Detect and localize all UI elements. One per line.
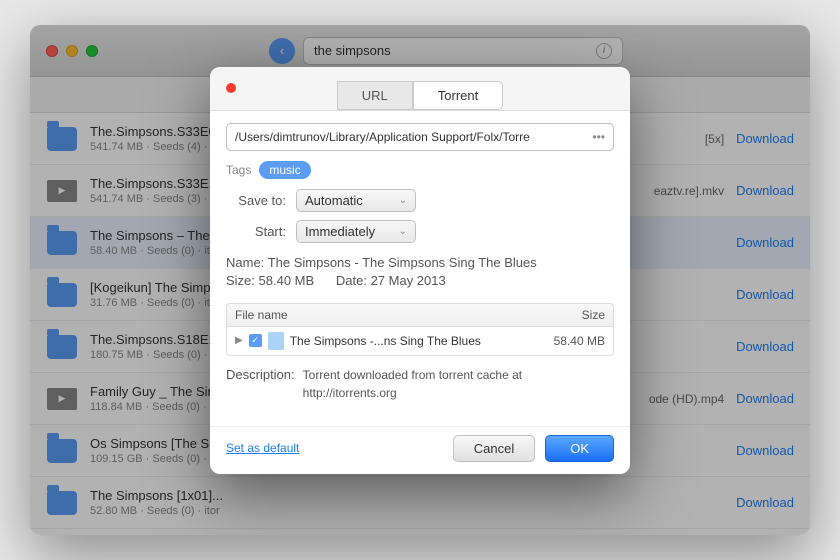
- footer-buttons: Cancel OK: [453, 435, 614, 462]
- tag-music[interactable]: music: [259, 161, 310, 179]
- modal-tab-bar: URL Torrent: [210, 67, 630, 111]
- col-size-header: Size: [525, 308, 605, 322]
- description-label: Description:: [226, 366, 303, 382]
- path-more-button[interactable]: •••: [588, 130, 605, 144]
- ok-button[interactable]: OK: [545, 435, 614, 462]
- start-value: Immediately: [305, 224, 375, 239]
- start-select[interactable]: Immediately ⌄: [296, 220, 416, 243]
- torrent-info: Name: The Simpsons - The Simpsons Sing T…: [226, 251, 614, 295]
- path-input[interactable]: /Users/dimtrunov/Library/Application Sup…: [226, 123, 614, 151]
- expand-icon[interactable]: ▶: [235, 335, 243, 346]
- file-row-name: The Simpsons -...ns Sing The Blues: [290, 334, 529, 348]
- save-to-select[interactable]: Automatic ⌄: [296, 189, 416, 212]
- description-line1: Torrent downloaded from torrent cache at: [303, 366, 522, 384]
- name-label: Name:: [226, 255, 264, 270]
- col-name-header: File name: [235, 308, 525, 322]
- recording-indicator: [226, 83, 236, 93]
- file-table: File name Size ▶ ✓ The Simpsons -...ns S…: [226, 303, 614, 356]
- size-date-line: Size: 58.40 MB Date: 27 May 2013: [226, 273, 614, 288]
- file-row-size: 58.40 MB: [535, 334, 605, 348]
- save-to-label: Save to:: [226, 193, 296, 208]
- main-window: ‹ the simpsons i ✦ Torrent Search ▾ The.…: [30, 25, 810, 535]
- save-to-row: Save to: Automatic ⌄: [226, 189, 614, 212]
- modal-overlay: URL Torrent /Users/dimtrunov/Library/App…: [30, 25, 810, 535]
- chevron-down-icon: ⌄: [399, 195, 407, 206]
- tags-label: Tags: [226, 163, 251, 177]
- date-label: Date:: [336, 273, 367, 288]
- description-row: Description: Torrent downloaded from tor…: [226, 366, 614, 402]
- tab-url[interactable]: URL: [337, 81, 413, 110]
- description-text: Torrent downloaded from torrent cache at…: [303, 366, 522, 402]
- modal-body: /Users/dimtrunov/Library/Application Sup…: [210, 111, 630, 426]
- cancel-button[interactable]: Cancel: [453, 435, 535, 462]
- start-label: Start:: [226, 224, 296, 239]
- tab-torrent[interactable]: Torrent: [413, 81, 503, 110]
- chevron-down-icon: ⌄: [399, 226, 407, 237]
- file-table-header: File name Size: [227, 304, 613, 327]
- modal-footer: Set as default Cancel OK: [210, 426, 630, 474]
- path-input-row: /Users/dimtrunov/Library/Application Sup…: [226, 123, 614, 151]
- torrent-add-modal: URL Torrent /Users/dimtrunov/Library/App…: [210, 67, 630, 474]
- path-text: /Users/dimtrunov/Library/Application Sup…: [235, 130, 588, 144]
- name-line: Name: The Simpsons - The Simpsons Sing T…: [226, 255, 614, 270]
- name-value: The Simpsons - The Simpsons Sing The Blu…: [268, 255, 537, 270]
- set-default-link[interactable]: Set as default: [226, 441, 299, 455]
- size-value: 58.40 MB: [259, 273, 315, 288]
- tags-row: Tags music: [226, 161, 614, 179]
- file-checkbox[interactable]: ✓: [249, 334, 262, 347]
- date-value: 27 May 2013: [371, 273, 446, 288]
- size-label: Size:: [226, 273, 255, 288]
- save-to-value: Automatic: [305, 193, 363, 208]
- start-row: Start: Immediately ⌄: [226, 220, 614, 243]
- file-doc-icon: [268, 332, 284, 350]
- table-row[interactable]: ▶ ✓ The Simpsons -...ns Sing The Blues 5…: [227, 327, 613, 355]
- description-line2: http://itorrents.org: [303, 384, 522, 402]
